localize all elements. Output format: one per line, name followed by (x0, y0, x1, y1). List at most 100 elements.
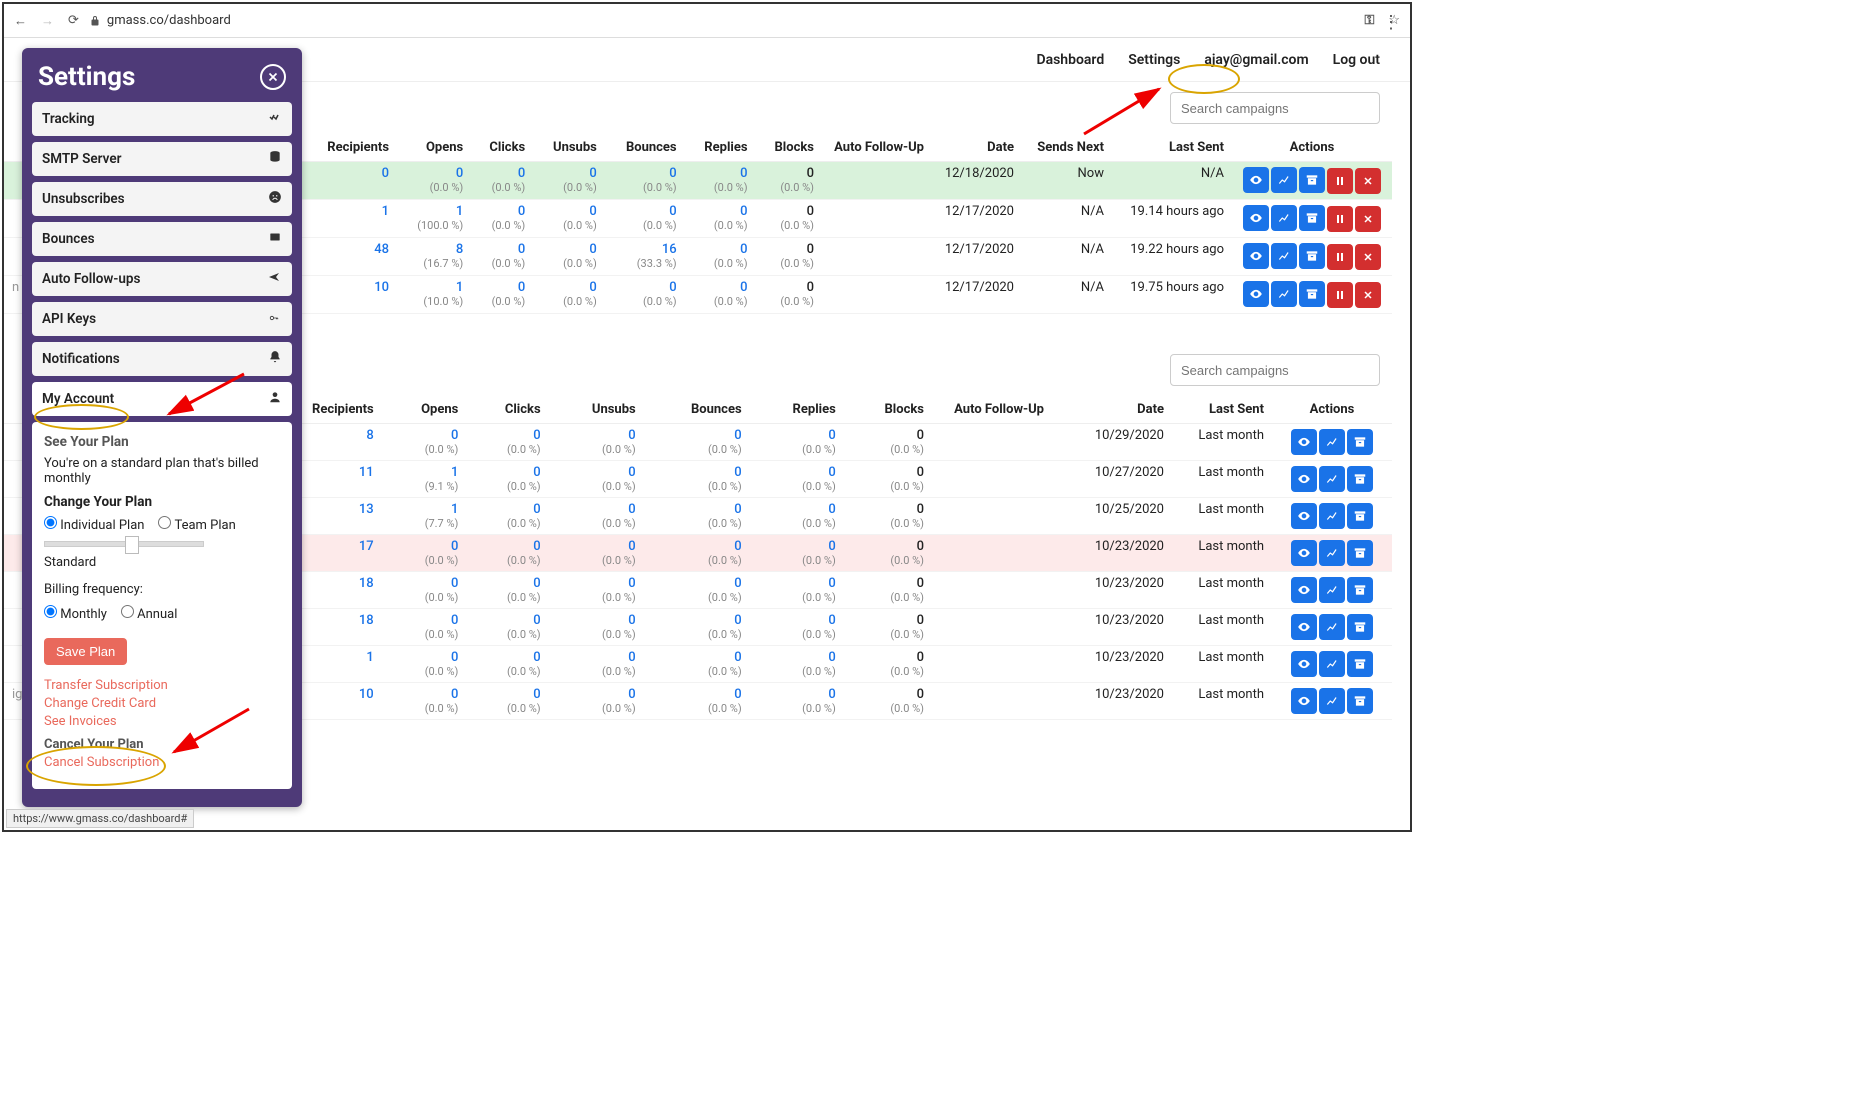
col2-bounces: Bounces (644, 396, 750, 424)
browser-chrome: ← → ⟳ gmass.co/dashboard ⚿ ☆ (4, 4, 1410, 38)
plan-description: You're on a standard plan that's billed … (44, 456, 280, 486)
plan-slider[interactable] (44, 541, 204, 547)
cancel-action-button[interactable] (1355, 206, 1381, 232)
col-actions: Actions (1232, 134, 1392, 162)
save-plan-button[interactable]: Save Plan (44, 638, 127, 665)
key-icon (266, 311, 282, 327)
nav-logout[interactable]: Log out (1333, 52, 1380, 68)
billing-frequency-label: Billing frequency: (44, 582, 280, 597)
archive-action-button[interactable] (1347, 577, 1373, 603)
report-action-button[interactable] (1271, 167, 1297, 193)
report-action-button[interactable] (1319, 688, 1345, 714)
settings-item-label: SMTP Server (42, 151, 121, 167)
close-icon (266, 70, 280, 84)
report-action-button[interactable] (1319, 540, 1345, 566)
view-action-button[interactable] (1291, 577, 1317, 603)
view-action-button[interactable] (1243, 205, 1269, 231)
settings-item-notifications[interactable]: Notifications (32, 342, 292, 376)
settings-item-bounces[interactable]: Bounces (32, 222, 292, 256)
nav-dashboard[interactable]: Dashboard (1036, 52, 1104, 68)
view-action-button[interactable] (1243, 281, 1269, 307)
settings-item-label: Bounces (42, 231, 95, 247)
annual-radio[interactable]: Annual (121, 605, 177, 622)
plan-level-label: Standard (44, 555, 280, 570)
see-your-plan-heading: See Your Plan (44, 434, 280, 450)
nav-settings[interactable]: Settings (1128, 52, 1180, 68)
settings-item-api-keys[interactable]: API Keys (32, 302, 292, 336)
archive-action-button[interactable] (1347, 466, 1373, 492)
view-action-button[interactable] (1291, 466, 1317, 492)
col-last-sent: Last Sent (1112, 134, 1232, 162)
report-action-button[interactable] (1319, 429, 1345, 455)
view-action-button[interactable] (1243, 243, 1269, 269)
settings-item-auto-follow-ups[interactable]: Auto Follow-ups (32, 262, 292, 296)
settings-item-smtp-server[interactable]: SMTP Server (32, 142, 292, 176)
search-campaigns-input-2[interactable] (1170, 354, 1380, 386)
transfer-subscription-link[interactable]: Transfer Subscription (44, 678, 280, 693)
settings-item-label: Tracking (42, 111, 95, 127)
view-action-button[interactable] (1291, 614, 1317, 640)
individual-plan-radio[interactable]: Individual Plan (44, 516, 144, 533)
forward-icon[interactable]: → (41, 13, 54, 29)
cancel-action-button[interactable] (1355, 168, 1381, 194)
archive-action-button[interactable] (1299, 243, 1325, 269)
cancel-subscription-link[interactable]: Cancel Subscription (44, 755, 280, 770)
team-plan-radio[interactable]: Team Plan (158, 516, 235, 533)
pause-action-button[interactable] (1327, 168, 1353, 194)
archive-action-button[interactable] (1299, 167, 1325, 193)
settings-item-label: Auto Follow-ups (42, 271, 140, 287)
col2-recipients: Recipients (304, 396, 382, 424)
report-action-button[interactable] (1271, 205, 1297, 231)
pause-action-button[interactable] (1327, 244, 1353, 270)
settings-item-tracking[interactable]: Tracking (32, 102, 292, 136)
report-action-button[interactable] (1319, 577, 1345, 603)
my-account-subpanel: See Your Plan You're on a standard plan … (32, 422, 292, 789)
archive-action-button[interactable] (1299, 205, 1325, 231)
close-settings-button[interactable] (260, 64, 286, 90)
view-action-button[interactable] (1291, 540, 1317, 566)
archive-action-button[interactable] (1347, 429, 1373, 455)
report-action-button[interactable] (1319, 614, 1345, 640)
archive-action-button[interactable] (1347, 503, 1373, 529)
col2-unsubs: Unsubs (549, 396, 644, 424)
report-action-button[interactable] (1271, 243, 1297, 269)
report-action-button[interactable] (1319, 466, 1345, 492)
search-campaigns-input[interactable] (1170, 92, 1380, 124)
col-unsubs: Unsubs (533, 134, 605, 162)
settings-item-label: My Account (42, 391, 114, 407)
pause-action-button[interactable] (1327, 206, 1353, 232)
view-action-button[interactable] (1291, 688, 1317, 714)
archive-action-button[interactable] (1347, 651, 1373, 677)
settings-item-label: Unsubscribes (42, 191, 125, 207)
settings-item-my-account[interactable]: My Account (32, 382, 292, 416)
browser-menu-icon[interactable]: ⋮ (1382, 12, 1400, 33)
col-blocks: Blocks (756, 134, 822, 162)
card-icon (268, 230, 282, 248)
change-credit-card-link[interactable]: Change Credit Card (44, 696, 280, 711)
view-action-button[interactable] (1291, 651, 1317, 677)
back-icon[interactable]: ← (14, 13, 27, 29)
report-action-button[interactable] (1319, 503, 1345, 529)
view-action-button[interactable] (1243, 167, 1269, 193)
view-action-button[interactable] (1291, 429, 1317, 455)
report-action-button[interactable] (1319, 651, 1345, 677)
archive-action-button[interactable] (1299, 281, 1325, 307)
key-icon[interactable]: ⚿ (1364, 13, 1374, 28)
reload-icon[interactable]: ⟳ (68, 13, 79, 28)
archive-action-button[interactable] (1347, 614, 1373, 640)
view-action-button[interactable] (1291, 503, 1317, 529)
monthly-radio[interactable]: Monthly (44, 605, 107, 622)
check-icon (266, 111, 282, 127)
cancel-action-button[interactable] (1355, 244, 1381, 270)
pause-action-button[interactable] (1327, 282, 1353, 308)
archive-action-button[interactable] (1347, 688, 1373, 714)
settings-item-unsubscribes[interactable]: Unsubscribes (32, 182, 292, 216)
see-invoices-link[interactable]: See Invoices (44, 714, 280, 729)
cancel-action-button[interactable] (1355, 282, 1381, 308)
col2-opens: Opens (382, 396, 467, 424)
nav-email[interactable]: ajay@gmail.com (1204, 52, 1308, 68)
settings-panel: Settings TrackingSMTP ServerUnsubscribes… (22, 48, 302, 807)
archive-action-button[interactable] (1347, 540, 1373, 566)
report-action-button[interactable] (1271, 281, 1297, 307)
url-bar[interactable]: gmass.co/dashboard (89, 13, 1355, 28)
